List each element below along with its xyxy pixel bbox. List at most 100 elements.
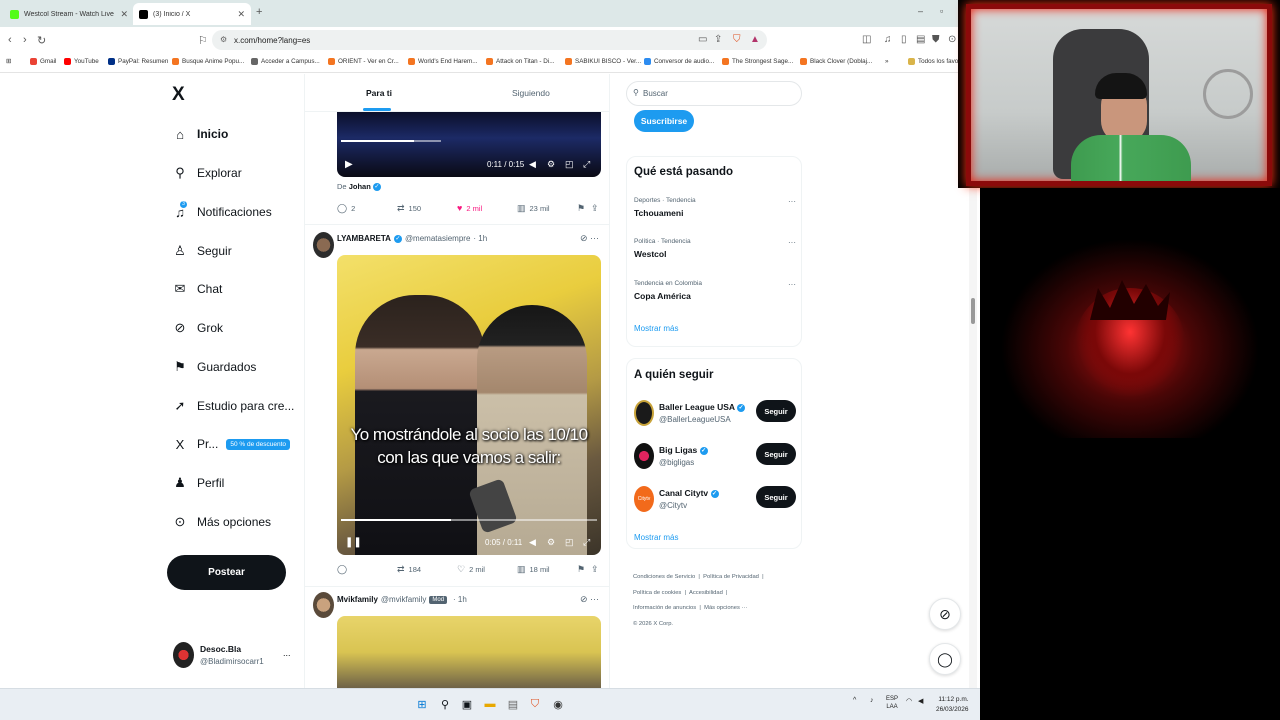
file-explorer-icon[interactable]: ▬ xyxy=(482,696,498,712)
follow-suggestion[interactable]: Big Ligas ✓ @bigligas Seguir xyxy=(634,443,796,471)
music-icon[interactable]: ♫ xyxy=(884,34,892,45)
start-icon[interactable]: ⊞ xyxy=(414,696,430,712)
grok-icon[interactable]: ⊘ ··· xyxy=(580,594,599,605)
maximize-icon[interactable]: ▫ xyxy=(940,6,943,16)
bookmark-sabikui[interactable]: SABIKUI BISCO - Ver... xyxy=(565,58,641,65)
new-tab-icon[interactable]: + xyxy=(256,6,262,18)
forward-icon[interactable]: › xyxy=(23,34,27,46)
share-button[interactable]: ⇪ xyxy=(591,203,603,214)
footer-link[interactable]: Política de Privacidad xyxy=(703,574,759,580)
back-icon[interactable]: ‹ xyxy=(8,34,12,46)
wallet-icon[interactable]: ▤ xyxy=(916,34,925,45)
account-switcher[interactable]: Desoc.Bla @Bladimirsocarr1 ... xyxy=(173,642,295,672)
panel-icon[interactable]: ▯ xyxy=(901,34,907,45)
search-input[interactable]: ⚲ Buscar xyxy=(626,81,802,106)
share-icon[interactable]: ⇪ xyxy=(714,34,722,45)
avatar[interactable] xyxy=(313,232,334,258)
nav-explore[interactable]: ⚲ Explorar xyxy=(172,162,241,184)
language-indicator[interactable]: ESP LAA xyxy=(886,695,898,711)
reply-button[interactable]: ◯ xyxy=(337,564,351,575)
nav-bookmarks[interactable]: ⚑ Guardados xyxy=(172,356,256,378)
apps-grid-icon[interactable]: ⊞ xyxy=(6,58,11,65)
nav-profile[interactable]: ♟ Perfil xyxy=(172,472,224,494)
footer-link[interactable]: Información de anuncios xyxy=(633,605,696,611)
like-button[interactable]: ♥ 2 mil xyxy=(457,203,482,213)
microphone-icon[interactable]: ♪ xyxy=(870,697,874,704)
video-player[interactable] xyxy=(337,616,601,688)
trend-item[interactable]: Deportes · Tendencia Tchouameni ··· xyxy=(634,197,796,218)
bookmark-page-icon[interactable]: ⚐ xyxy=(198,34,208,47)
author-name[interactable]: LYAMBARETA xyxy=(337,234,391,243)
volume-icon[interactable]: ◀ xyxy=(529,537,536,548)
author-handle[interactable]: @mematasiempre xyxy=(405,234,470,243)
minimize-icon[interactable]: – xyxy=(918,6,923,16)
pip-icon[interactable]: ◰ xyxy=(565,537,574,548)
tab-x-home[interactable]: (3) Inicio / X ✕ xyxy=(133,3,251,25)
bookmark-anime[interactable]: Busque Anime Popu... xyxy=(172,58,244,65)
video-player[interactable]: Yo mostrándole al socio las 10/10 con la… xyxy=(337,255,601,555)
bookmark-orient[interactable]: ORIENT - Ver en Cr... xyxy=(328,58,399,65)
bookmark-youtube[interactable]: YouTube xyxy=(64,58,99,65)
messages-fab-icon[interactable]: ◯ xyxy=(929,643,961,675)
views-button[interactable]: ▥ 18 mil xyxy=(517,564,550,575)
fullscreen-icon[interactable]: ⤢ xyxy=(583,537,590,548)
video-player[interactable]: ▶ 0:11 / 0:15 ◀ ⚙ ◰ ⤢ xyxy=(337,112,601,177)
reply-button[interactable]: ◯ 2 xyxy=(337,203,355,214)
pip-icon[interactable]: ◰ xyxy=(565,159,574,170)
x-logo-icon[interactable]: X xyxy=(172,84,185,106)
site-info-icon[interactable]: ⚙ xyxy=(220,35,227,44)
bookmark-attack-on-titan[interactable]: Attack on Titan - Di... xyxy=(486,58,554,65)
bookmark-campus[interactable]: Acceder a Campus... xyxy=(251,58,320,65)
tab-westcol[interactable]: Westcol Stream - Watch Live on Kick ✕ xyxy=(4,3,134,25)
footer-link[interactable]: Condiciones de Servicio xyxy=(633,574,695,580)
post-time[interactable]: · 1h xyxy=(473,234,487,243)
footer-link[interactable]: Más opciones ··· xyxy=(704,605,747,611)
tab-for-you[interactable]: Para ti xyxy=(366,88,392,98)
scrollbar-thumb[interactable] xyxy=(971,298,975,324)
footer-link[interactable]: Política de cookies xyxy=(633,590,681,596)
follow-button[interactable]: Seguir xyxy=(756,486,796,508)
source-name[interactable]: Johan xyxy=(349,182,371,191)
nav-notifications[interactable]: ♫ 3 Notificaciones xyxy=(172,201,272,223)
search-icon[interactable]: ⚲ xyxy=(437,696,453,712)
play-icon[interactable]: ▶ xyxy=(345,159,353,170)
nav-chat[interactable]: ✉ Chat xyxy=(172,278,223,300)
bookmark-paypal[interactable]: PayPal: Resumen xyxy=(108,58,168,65)
grok-icon[interactable]: ⊘ ··· xyxy=(580,233,599,244)
bookmark-strongest-sage[interactable]: The Strongest Sage... xyxy=(722,58,793,65)
like-button[interactable]: ♡ 2 mil xyxy=(457,564,485,575)
show-more-link[interactable]: Mostrar más xyxy=(634,324,678,333)
bookmark-gmail[interactable]: Gmail xyxy=(30,58,56,65)
more-icon[interactable]: ... xyxy=(283,648,291,658)
more-icon[interactable]: ··· xyxy=(590,233,599,243)
tray-overflow-icon[interactable]: ^ xyxy=(853,697,856,704)
trend-item[interactable]: Tendencia en Colombia Copa América ··· xyxy=(634,280,796,301)
wifi-icon[interactable]: ◠ xyxy=(906,697,912,705)
task-view-icon[interactable]: ▣ xyxy=(459,696,475,712)
follow-button[interactable]: Seguir xyxy=(756,443,796,465)
location-icon[interactable]: ⊙ xyxy=(948,34,956,45)
volume-icon[interactable]: ◀ xyxy=(918,697,923,705)
nav-follow[interactable]: ♙ Seguir xyxy=(172,240,232,262)
nav-grok[interactable]: ⊘ Grok xyxy=(172,317,223,339)
shield-icon[interactable]: ⛊ xyxy=(932,34,940,45)
mute-icon[interactable]: ◀ xyxy=(529,159,536,170)
more-icon[interactable]: ··· xyxy=(590,594,599,604)
brave-icon[interactable]: ⛉ xyxy=(527,696,543,712)
follow-suggestion[interactable]: Baller League USA ✓ @BallerLeagueUSA Seg… xyxy=(634,400,796,428)
store-icon[interactable]: ▤ xyxy=(505,696,521,712)
trend-item[interactable]: Política · Tendencia Westcol ··· xyxy=(634,238,796,259)
url-field[interactable]: ⚙ x.com/home?lang=es xyxy=(212,30,767,50)
nav-home[interactable]: ⌂ Inicio xyxy=(172,123,228,145)
fullscreen-icon[interactable]: ⤢ xyxy=(583,159,590,170)
tab-following[interactable]: Siguiendo xyxy=(512,88,550,98)
brave-shield-icon[interactable]: ⛉ xyxy=(733,34,741,45)
nav-creator-studio[interactable]: ➚ Estudio para cre... xyxy=(172,395,295,417)
bookmark-button[interactable]: ⚑ xyxy=(577,564,589,575)
author-name[interactable]: Mvikfamily xyxy=(337,595,378,604)
subscribe-button[interactable]: Suscribirse xyxy=(634,110,694,132)
settings-icon[interactable]: ⚙ xyxy=(547,537,555,548)
nav-premium[interactable]: X Pr... 50 % de descuento xyxy=(172,433,290,455)
pause-icon[interactable]: ❚❚ xyxy=(345,537,362,548)
footer-link[interactable]: Accesibilidad xyxy=(689,590,723,596)
